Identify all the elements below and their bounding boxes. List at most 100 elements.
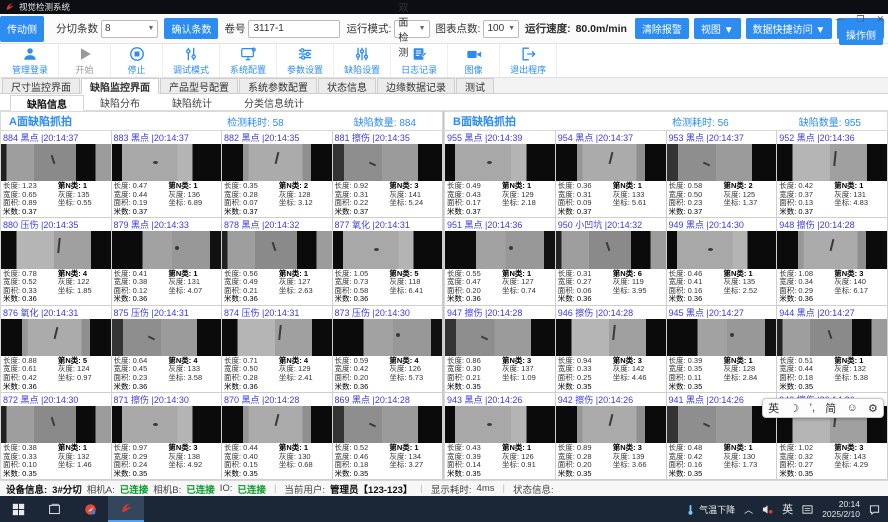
- defect-cell[interactable]: 882 黑点 |20:14:35 长度: 0.35 宽度: 0.28 面积: 0…: [222, 131, 333, 218]
- main-tab-2[interactable]: 产品型号配置: [160, 78, 238, 93]
- defect-cell[interactable]: 951 黑点 |20:14:36 长度: 0.55 宽度: 0.47 面积: 0…: [445, 218, 556, 305]
- defect-cell[interactable]: 881 擦伤 |20:14:35 长度: 0.92 宽度: 0.31 面积: 0…: [333, 131, 444, 218]
- defect-cell[interactable]: 955 黑点 |20:14:39 长度: 0.49 宽度: 0.43 面积: 0…: [445, 131, 556, 218]
- sub-tab-3[interactable]: 分类信息统计: [228, 94, 320, 110]
- toolbar-button-defect-settings[interactable]: 缺陷设置: [334, 44, 391, 77]
- close-button[interactable]: ✕: [876, 14, 884, 24]
- toolbar-button-debug[interactable]: 调试模式: [163, 44, 220, 77]
- confirm-count-button[interactable]: 确认条数: [164, 18, 218, 39]
- ime-simplified[interactable]: 简: [825, 400, 836, 416]
- defect-thumbnail-image[interactable]: [112, 144, 222, 181]
- defect-cell[interactable]: 946 擦伤 |20:14:28 长度: 0.94 宽度: 0.33 面积: 0…: [556, 306, 667, 393]
- toolbar-button-exit[interactable]: 退出程序: [500, 44, 557, 77]
- chart-points-select[interactable]: 100 ▼: [483, 20, 519, 38]
- defect-thumbnail-image[interactable]: [667, 319, 777, 356]
- defect-thumbnail-image[interactable]: [445, 406, 555, 443]
- main-tab-6[interactable]: 测试: [456, 78, 494, 93]
- defect-cell[interactable]: 871 擦伤 |20:14:30 长度: 0.97 宽度: 0.29 面积: 0…: [112, 393, 223, 480]
- main-tab-5[interactable]: 边缘数据记录: [377, 78, 455, 93]
- notification-center-button[interactable]: [869, 504, 880, 515]
- defect-cell[interactable]: 954 黑点 |20:14:37 长度: 0.36 宽度: 0.31 面积: 0…: [556, 131, 667, 218]
- defect-thumbnail-image[interactable]: [333, 144, 443, 181]
- defect-thumbnail-image[interactable]: [1, 319, 111, 356]
- ime-lang-en[interactable]: 英: [768, 400, 779, 416]
- task-view-button[interactable]: [36, 496, 72, 522]
- defect-thumbnail-image[interactable]: [777, 231, 887, 268]
- defect-cell[interactable]: 876 氧化 |20:14:31 长度: 0.88 宽度: 0.61 面积: 0…: [1, 306, 112, 393]
- run-mode-select[interactable]: 双面检测 ▼: [394, 20, 429, 38]
- defect-cell[interactable]: 874 压伤 |20:14:31 长度: 0.71 宽度: 0.50 面积: 0…: [222, 306, 333, 393]
- sub-tab-0[interactable]: 缺陷信息: [10, 95, 84, 111]
- main-tab-4[interactable]: 状态信息: [318, 78, 376, 93]
- defect-cell[interactable]: 945 黑点 |20:14:27 长度: 0.39 宽度: 0.35 面积: 0…: [667, 306, 778, 393]
- slit-count-select[interactable]: 8 ▼: [101, 20, 158, 38]
- defect-thumbnail-image[interactable]: [445, 231, 555, 268]
- defect-cell[interactable]: 875 压伤 |20:14:31 长度: 0.64 宽度: 0.45 面积: 0…: [112, 306, 223, 393]
- defect-cell[interactable]: 948 擦伤 |20:14:28 长度: 1.08 宽度: 0.34 面积: 0…: [777, 218, 888, 305]
- defect-thumbnail-image[interactable]: [556, 231, 666, 268]
- defect-thumbnail-image[interactable]: [445, 144, 555, 181]
- defect-thumbnail-image[interactable]: [777, 319, 887, 356]
- defect-cell[interactable]: 873 压伤 |20:14:30 长度: 0.59 宽度: 0.42 面积: 0…: [333, 306, 444, 393]
- drive-side-button[interactable]: 传动侧: [0, 16, 44, 42]
- defect-thumbnail-image[interactable]: [222, 144, 332, 181]
- clock[interactable]: 20:14 2025/2/10: [822, 499, 860, 519]
- sub-tab-1[interactable]: 缺陷分布: [84, 94, 156, 110]
- volume-tray-item[interactable]: [762, 504, 773, 515]
- defect-cell[interactable]: 943 黑点 |20:14:26 长度: 0.43 宽度: 0.39 面积: 0…: [445, 393, 556, 480]
- view-menu-button[interactable]: 视图 ▼: [694, 18, 741, 39]
- defect-thumbnail-image[interactable]: [667, 406, 777, 443]
- defect-cell[interactable]: 942 擦伤 |20:14:26 长度: 0.89 宽度: 0.28 面积: 0…: [556, 393, 667, 480]
- defect-thumbnail-image[interactable]: [112, 406, 222, 443]
- defect-thumbnail-image[interactable]: [333, 319, 443, 356]
- defect-thumbnail-image[interactable]: [112, 231, 222, 268]
- defect-thumbnail-image[interactable]: [112, 319, 222, 356]
- data-quick-access-button[interactable]: 数据快捷访问 ▼: [746, 18, 833, 39]
- defect-cell[interactable]: 869 黑点 |20:14:28 长度: 0.52 宽度: 0.46 面积: 0…: [333, 393, 444, 480]
- toolbar-button-stop[interactable]: 停止: [111, 44, 163, 77]
- ime-punctuation[interactable]: ’,: [810, 402, 816, 414]
- defect-thumbnail-image[interactable]: [1, 231, 111, 268]
- ime-moon-icon[interactable]: ☽: [789, 402, 799, 415]
- defect-thumbnail-image[interactable]: [333, 231, 443, 268]
- defect-cell[interactable]: 870 黑点 |20:14:28 长度: 0.44 宽度: 0.40 面积: 0…: [222, 393, 333, 480]
- toolbar-button-camera[interactable]: 图像: [448, 44, 500, 77]
- minimize-button[interactable]: —: [835, 14, 844, 24]
- roll-number-input[interactable]: [248, 20, 340, 38]
- toolbar-button-user[interactable]: 管理登录: [2, 44, 59, 77]
- defect-thumbnail-image[interactable]: [556, 319, 666, 356]
- defect-thumbnail-image[interactable]: [556, 406, 666, 443]
- defect-cell[interactable]: 944 黑点 |20:14:27 长度: 0.51 宽度: 0.44 面积: 0…: [777, 306, 888, 393]
- defect-thumbnail-image[interactable]: [777, 144, 887, 181]
- ime-settings-icon[interactable]: ⚙: [868, 402, 878, 415]
- language-indicator[interactable]: 英: [782, 501, 793, 517]
- clear-alarm-button[interactable]: 清除报警: [635, 18, 689, 39]
- defect-thumbnail-image[interactable]: [222, 406, 332, 443]
- defect-cell[interactable]: 952 黑点 |20:14:36 长度: 0.42 宽度: 0.37 面积: 0…: [777, 131, 888, 218]
- defect-cell[interactable]: 949 黑点 |20:14:30 长度: 0.46 宽度: 0.41 面积: 0…: [667, 218, 778, 305]
- tray-expand-icon[interactable]: ︿: [744, 503, 753, 516]
- toolbar-button-params[interactable]: 参数设置: [277, 44, 334, 77]
- main-tab-0[interactable]: 尺寸监控界面: [2, 78, 80, 93]
- defect-thumbnail-image[interactable]: [333, 406, 443, 443]
- defect-cell[interactable]: 877 氧化 |20:14:31 长度: 1.05 宽度: 0.73 面积: 0…: [333, 218, 444, 305]
- defect-cell[interactable]: 878 黑点 |20:14:32 长度: 0.56 宽度: 0.49 面积: 0…: [222, 218, 333, 305]
- defect-thumbnail-image[interactable]: [222, 319, 332, 356]
- main-tab-1[interactable]: 缺陷监控界面: [81, 78, 159, 94]
- defect-cell[interactable]: 880 压伤 |20:14:35 长度: 0.78 宽度: 0.52 面积: 0…: [1, 218, 112, 305]
- defect-cell[interactable]: 872 黑点 |20:14:30 长度: 0.38 宽度: 0.33 面积: 0…: [1, 393, 112, 480]
- defect-cell[interactable]: 950 小凹坑 |20:14:32 长度: 0.31 宽度: 0.27 面积: …: [556, 218, 667, 305]
- defect-cell[interactable]: 883 黑点 |20:14:37 长度: 0.47 宽度: 0.44 面积: 0…: [112, 131, 223, 218]
- defect-thumbnail-image[interactable]: [667, 231, 777, 268]
- defect-cell[interactable]: 884 黑点 |20:14:37 长度: 1.23 宽度: 0.65 面积: 0…: [1, 131, 112, 218]
- weather-tray-item[interactable]: 气温下降: [685, 503, 735, 516]
- defect-cell[interactable]: 947 擦伤 |20:14:28 长度: 0.86 宽度: 0.30 面积: 0…: [445, 306, 556, 393]
- defect-cell[interactable]: 941 黑点 |20:14:26 长度: 0.48 宽度: 0.42 面积: 0…: [667, 393, 778, 480]
- defect-thumbnail-image[interactable]: [445, 319, 555, 356]
- operator-side-button[interactable]: 操作侧: [839, 24, 883, 45]
- ime-tray-item[interactable]: [802, 504, 813, 515]
- toolbar-button-play[interactable]: 开始: [59, 44, 111, 77]
- defect-thumbnail-image[interactable]: [556, 144, 666, 181]
- main-tab-3[interactable]: 系统参数配置: [239, 78, 317, 93]
- defect-thumbnail-image[interactable]: [667, 144, 777, 181]
